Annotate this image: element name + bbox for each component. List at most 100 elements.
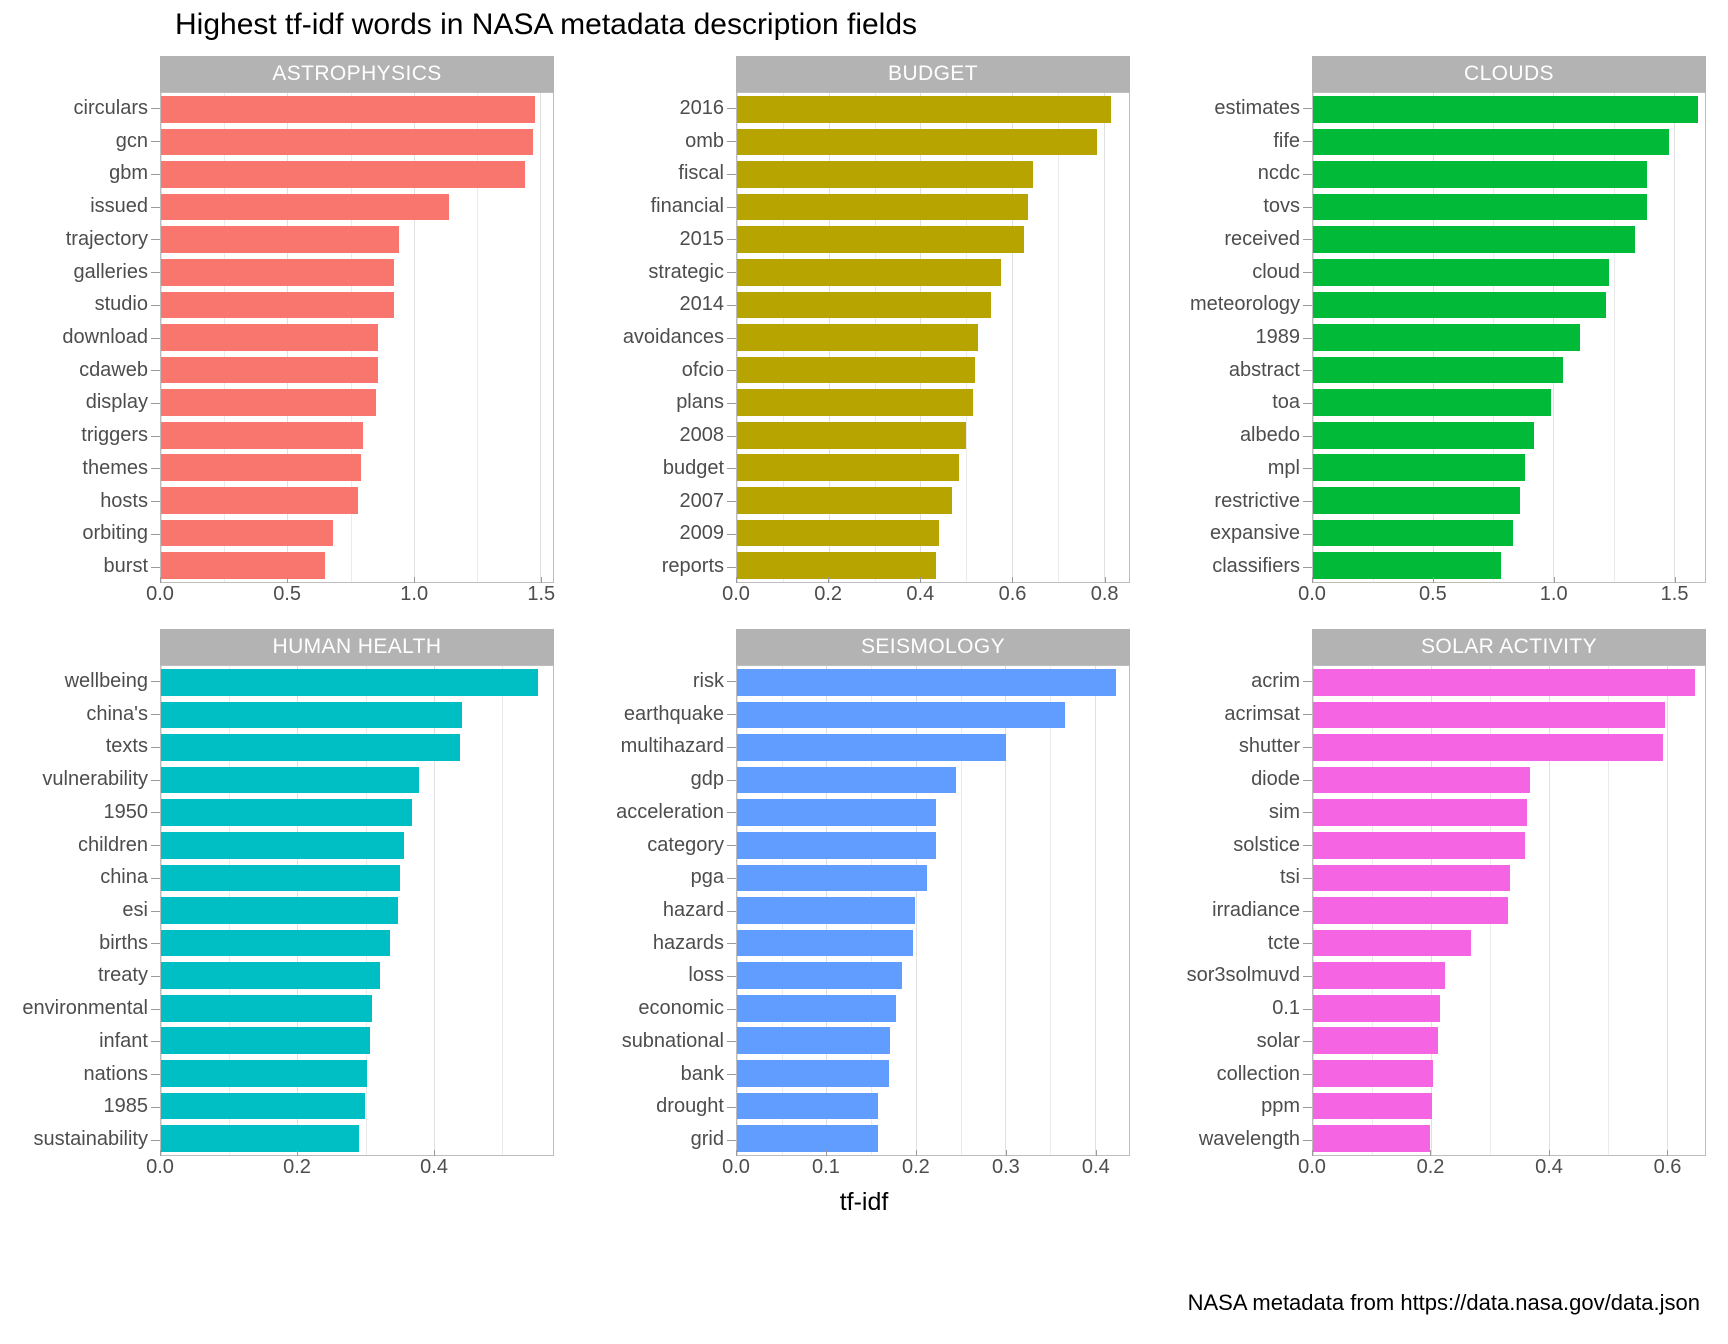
bar (161, 1027, 371, 1055)
bar (737, 1060, 890, 1087)
bar-row (161, 354, 553, 387)
y-axis-tick-label: 2014 (584, 288, 736, 321)
bar (737, 421, 967, 449)
y-axis-tick-label: pga (584, 861, 736, 894)
bar-row (161, 927, 553, 960)
bar-row (737, 549, 1129, 582)
x-axis: 0.0 0.2 0.4 (146, 1150, 554, 1190)
bar (1313, 356, 1564, 384)
bar (1313, 421, 1535, 449)
bar-series (1313, 93, 1705, 582)
plot-area (1312, 665, 1706, 1156)
bar-row (737, 93, 1129, 126)
bar (161, 519, 333, 547)
bar (1313, 799, 1527, 827)
x-axis-tick-label: 0.8 (1090, 583, 1119, 605)
bar-row (737, 862, 1129, 895)
y-axis-tick-label: fiscal (584, 157, 736, 190)
x-axis-tick-label: 1.5 (527, 583, 556, 605)
bar (1313, 552, 1501, 579)
bar-row (737, 699, 1129, 732)
bar-row (1313, 93, 1705, 126)
y-axis-tick-label: galleries (8, 256, 160, 289)
panel-strip-label: SOLAR ACTIVITY (1312, 629, 1706, 665)
x-axis-tick-label: 0.6 (998, 583, 1027, 605)
bar-row (737, 959, 1129, 992)
bar-row (161, 796, 553, 829)
y-axis-tick-label: sustainability (8, 1123, 160, 1156)
y-axis-tick-label: 2015 (584, 223, 736, 256)
bar-row (1313, 354, 1705, 387)
bar-row (161, 731, 553, 764)
bar (1313, 929, 1471, 957)
bar-row (1313, 894, 1705, 927)
y-axis-tick-label: gbm (8, 157, 160, 190)
bar (737, 734, 1007, 761)
y-axis-tick-label: solar (1160, 1025, 1312, 1058)
bar-row (737, 419, 1129, 452)
bar (737, 799, 936, 827)
facet-panel: HUMAN HEALTH wellbeing china's texts vulnera… (0, 623, 576, 1190)
bar-series (737, 666, 1129, 1155)
bar-row (161, 517, 553, 550)
y-axis-tick-label: shutter (1160, 730, 1312, 763)
bar-row (161, 894, 553, 927)
y-axis-tick-label: china (8, 861, 160, 894)
plot-wrap: acrim acrimsat shutter diode sim solstice tsi i… (1160, 665, 1706, 1156)
bar (737, 128, 1097, 156)
bar-row (161, 452, 553, 485)
bar (737, 766, 957, 794)
plot-area (160, 665, 554, 1156)
y-axis-tick-label: infant (8, 1025, 160, 1058)
source-caption: NASA metadata from https://data.nasa.gov… (1187, 1290, 1700, 1315)
panel-inner: SOLAR ACTIVITY acrim acrimsat shutter diode s… (1160, 629, 1706, 1190)
y-axis-tick-label: expansive (1160, 518, 1312, 551)
y-axis-tick-label: gcn (8, 125, 160, 158)
plot-wrap: estimates fife ncdc tovs received cloud meteor… (1160, 92, 1706, 583)
bar-row (161, 321, 553, 354)
y-axis-tick-label: china's (8, 698, 160, 731)
y-axis-tick-label: 1985 (8, 1091, 160, 1124)
bar-row (1313, 158, 1705, 191)
x-axis-tick-label: 0.1 (812, 1156, 840, 1178)
x-axis-tick-label: 0.5 (1418, 583, 1447, 605)
bar-series (1313, 666, 1705, 1155)
x-axis-tick-label: 0.4 (906, 583, 935, 605)
bar-row (1313, 126, 1705, 159)
y-axis-tick-label: strategic (584, 256, 736, 289)
panel-inner: BUDGET 2016 omb fiscal financial 2015 strategi… (584, 56, 1130, 617)
bar-row (1313, 256, 1705, 289)
bar (161, 1092, 365, 1120)
bar (161, 193, 450, 221)
bar-row (161, 484, 553, 517)
y-axis-tick-label: download (8, 321, 160, 354)
bar (1313, 1060, 1433, 1087)
panel-inner: SEISMOLOGY risk earthquake multihazard gdp ac… (584, 629, 1130, 1190)
bar (1313, 701, 1665, 729)
y-axis-tick-label: collection (1160, 1058, 1312, 1091)
bar (737, 487, 953, 514)
y-axis-tick-label: toa (1160, 387, 1312, 420)
bar-row (161, 93, 553, 126)
chart-root: Highest tf-idf words in NASA metadata de… (0, 0, 1728, 1344)
y-axis-tick-label: hazard (584, 894, 736, 927)
x-axis-tick-label: 0.4 (420, 1156, 448, 1178)
y-axis-tick-label: wavelength (1160, 1123, 1312, 1156)
y-axis-tick-label: fife (1160, 125, 1312, 158)
bar (161, 701, 463, 729)
bar-row (1313, 796, 1705, 829)
y-axis-tick-label: nations (8, 1058, 160, 1091)
bar (161, 226, 399, 254)
bar-row (737, 731, 1129, 764)
bar-row (161, 1057, 553, 1090)
y-axis-tick-label: avoidances (584, 321, 736, 354)
y-axis-tick-label: themes (8, 452, 160, 485)
plot-area (1312, 92, 1706, 583)
y-axis-tick-label: children (8, 829, 160, 862)
bar-row (1313, 321, 1705, 354)
bar (161, 864, 400, 892)
bar (1313, 487, 1520, 514)
y-axis-tick-label: studio (8, 288, 160, 321)
y-axis-tick-label: 2007 (584, 485, 736, 518)
x-axis: 0.0 0.5 1.0 1.5 (1298, 577, 1706, 617)
